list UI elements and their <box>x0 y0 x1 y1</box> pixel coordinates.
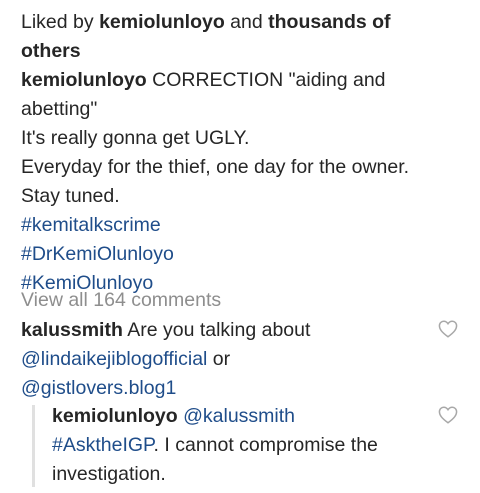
comment-username[interactable]: kemiolunloyo <box>52 405 178 427</box>
likes-prefix: Liked by <box>21 11 100 33</box>
comment-username[interactable]: kalussmith <box>21 319 123 341</box>
caption-text-5: Stay tuned. <box>21 185 120 207</box>
post-comments-panel: Liked by kemiolunloyo and thousands of o… <box>0 0 480 493</box>
mention-link[interactable]: @kalussmith <box>183 405 295 427</box>
likes-others-2[interactable]: others <box>21 37 441 66</box>
hashtag-link[interactable]: #kemitalkscrime <box>21 211 461 240</box>
heart-outline-icon[interactable] <box>438 404 458 424</box>
post-caption: kemiolunloyo CORRECTION "aiding and abet… <box>21 66 461 298</box>
comment-text: investigation. <box>52 463 166 485</box>
view-all-comments-link[interactable]: View all 164 comments <box>21 286 221 315</box>
hashtag-link[interactable]: #DrKemiOlunloyo <box>21 240 461 269</box>
reply-comment: kemiolunloyo @kalussmith #AsktheIGP. I c… <box>52 402 432 489</box>
likes-summary[interactable]: Liked by kemiolunloyo and thousands of o… <box>21 8 441 66</box>
likes-and: and <box>224 11 269 33</box>
caption-text-4: Everyday for the thief, one day for the … <box>21 156 410 178</box>
caption-text-3: It's really gonna get UGLY. <box>21 127 250 149</box>
comment: kalussmith Are you talking about @lindai… <box>21 316 421 403</box>
comment-text: or <box>207 348 231 370</box>
hashtag-link[interactable]: #AsktheIGP <box>52 434 154 456</box>
likes-user[interactable]: kemiolunloyo <box>99 11 225 33</box>
caption-username[interactable]: kemiolunloyo <box>21 69 147 91</box>
caption-text-2: abetting" <box>21 98 98 120</box>
mention-link[interactable]: @gistlovers.blog1 <box>21 374 421 403</box>
mention-link[interactable]: @lindaikejiblogofficial <box>21 348 207 370</box>
reply-thread-line <box>32 405 35 487</box>
comment-text: Are you talking about <box>122 319 311 341</box>
heart-outline-icon[interactable] <box>438 318 458 338</box>
comment-text: . I cannot compromise the <box>153 434 378 456</box>
likes-others-1[interactable]: thousands of <box>268 11 390 33</box>
caption-text-1: CORRECTION "aiding and <box>146 69 386 91</box>
